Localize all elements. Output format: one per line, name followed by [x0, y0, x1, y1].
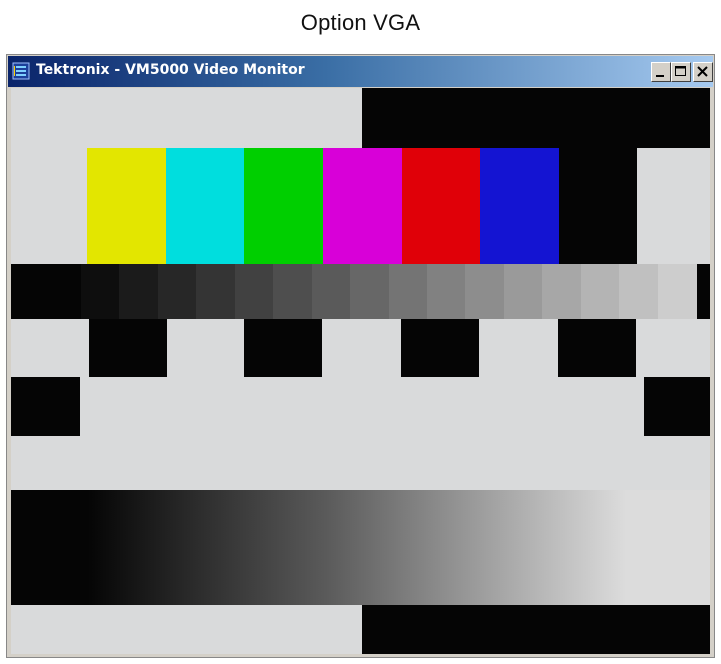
maximize-icon — [675, 66, 686, 76]
color-bar-3 — [244, 148, 324, 264]
grey-step — [350, 264, 390, 319]
grey-step — [81, 264, 120, 319]
color-bar-black — [559, 148, 637, 264]
left-edge-block — [11, 377, 80, 436]
color-bar-left-margin — [11, 148, 87, 264]
close-icon — [697, 66, 708, 77]
color-bar-right-margin — [637, 148, 710, 264]
grey-step — [234, 264, 274, 319]
grey-step — [503, 264, 543, 319]
luminance-ramp — [11, 490, 710, 605]
grey-step — [196, 264, 236, 319]
pulse-block-3 — [401, 319, 479, 377]
color-bar-band — [11, 148, 710, 264]
tektronix-app-icon[interactable] — [12, 62, 30, 80]
grey-step — [619, 264, 659, 319]
grey-step — [657, 264, 697, 319]
grey-step — [311, 264, 351, 319]
close-button[interactable] — [693, 62, 713, 82]
grey-step — [580, 264, 620, 319]
grey-step — [119, 264, 159, 319]
maximize-button[interactable] — [671, 62, 691, 82]
grey-step — [157, 264, 197, 319]
figure-caption: Option VGA — [300, 10, 421, 35]
grey-step — [388, 264, 428, 319]
grey-step — [426, 264, 466, 319]
pulse-block-2 — [244, 319, 322, 377]
minimize-button[interactable] — [651, 62, 671, 82]
pulse-block-1 — [89, 319, 167, 377]
grey-step — [465, 264, 505, 319]
grey-step-band — [11, 264, 710, 319]
color-bar-2 — [165, 148, 245, 264]
minimize-icon — [656, 75, 664, 77]
video-monitor-window: Tektronix - VM5000 Video Monitor — [6, 54, 715, 658]
color-bar-4 — [323, 148, 402, 264]
color-bar-1 — [87, 148, 166, 264]
pulse-block-4 — [558, 319, 636, 377]
color-bar-5 — [401, 148, 481, 264]
bottom-right-black-block — [362, 605, 710, 654]
video-display — [11, 88, 710, 654]
title-bar[interactable]: Tektronix - VM5000 Video Monitor — [8, 56, 713, 87]
top-right-black-block — [362, 88, 710, 148]
color-bar-6 — [480, 148, 560, 264]
grey-step — [542, 264, 582, 319]
grey-step — [273, 264, 313, 319]
right-edge-block — [644, 377, 710, 436]
window-title: Tektronix - VM5000 Video Monitor — [36, 62, 305, 78]
